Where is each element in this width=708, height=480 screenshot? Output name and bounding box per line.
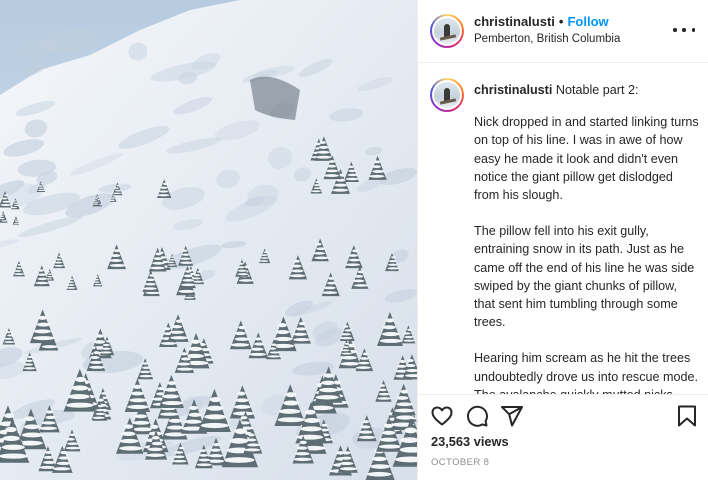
caption-paragraph: Nick dropped in and started linking turn… — [474, 115, 699, 203]
location-link[interactable]: Pemberton, British Columbia — [474, 33, 620, 45]
header-username-link[interactable]: christinalusti — [474, 14, 555, 29]
comment-icon[interactable] — [465, 404, 489, 428]
post-header: christinalusti • Follow Pemberton, British… — [418, 0, 708, 63]
heart-icon[interactable] — [430, 404, 454, 428]
caption-paragraph: Hearing him scream as he hit the trees u… — [474, 351, 699, 394]
action-bar: 23,563 views OCTOBER 8 — [418, 394, 708, 480]
follow-button[interactable]: Follow — [567, 14, 608, 29]
post-date[interactable]: OCTOBER 8 — [431, 457, 489, 468]
caption-title: Notable part 2: — [555, 83, 639, 97]
caption-text: christinalusti Notable part 2: Nick drop… — [474, 81, 700, 394]
post-media[interactable] — [0, 0, 417, 480]
caption-avatar[interactable] — [430, 78, 464, 112]
header-username-row: christinalusti • Follow — [474, 14, 609, 29]
bookmark-icon[interactable] — [675, 404, 699, 428]
separator-dot: • — [558, 14, 564, 29]
mountain-photo — [0, 0, 417, 480]
view-count[interactable]: 23,563 views — [431, 434, 509, 449]
caption-section[interactable]: christinalusti Notable part 2: Nick drop… — [418, 64, 708, 394]
caption-paragraph: The pillow fell into his exit gully, ent… — [474, 224, 695, 330]
more-options-icon[interactable] — [673, 22, 695, 38]
share-icon[interactable] — [500, 404, 524, 428]
avatar[interactable] — [430, 14, 464, 48]
caption-username-link[interactable]: christinalusti — [474, 83, 552, 97]
post-sidebar: christinalusti • Follow Pemberton, British… — [417, 0, 708, 480]
